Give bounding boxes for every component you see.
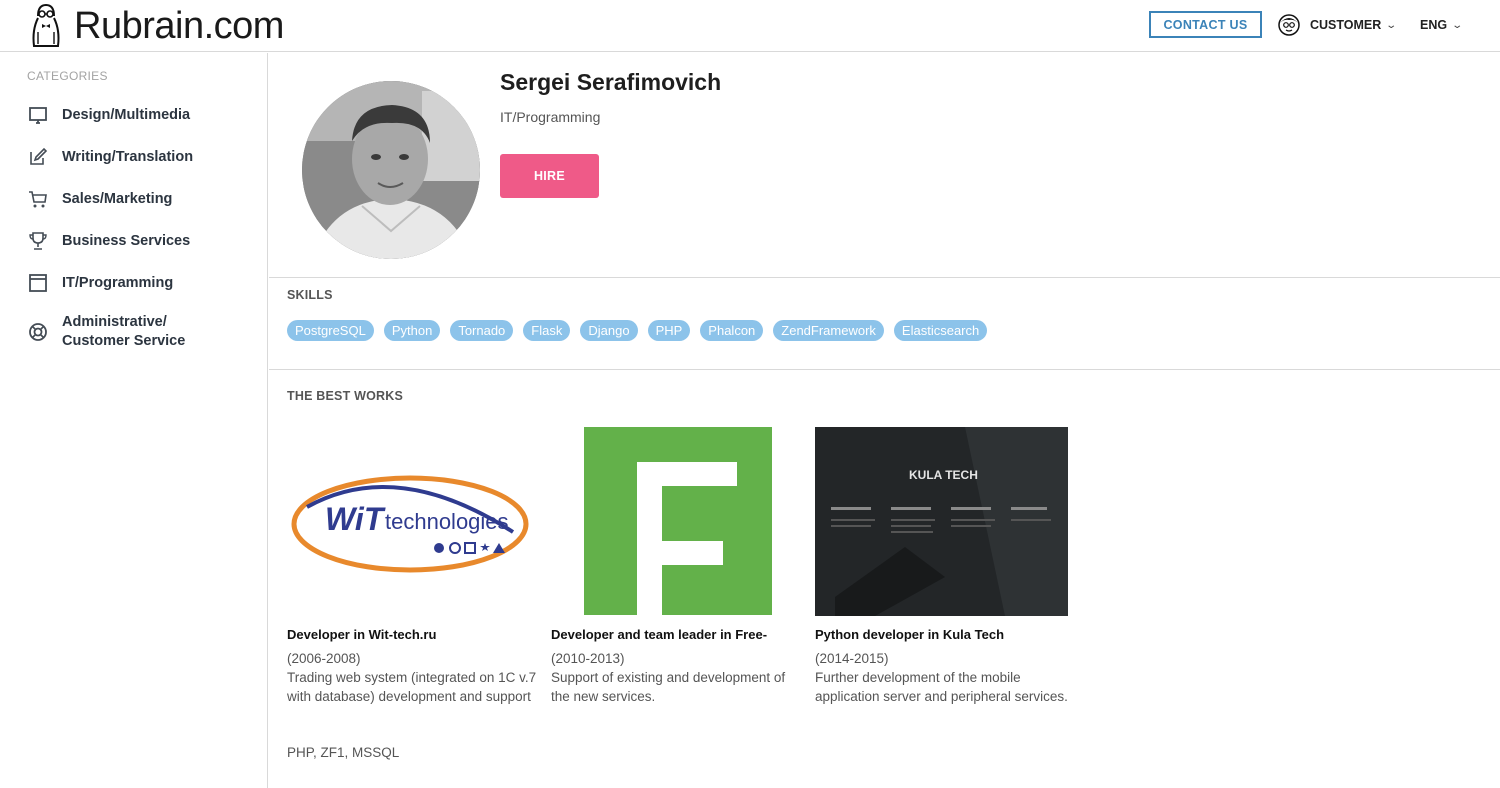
skills-list: PostgreSQL Python Tornado Flask Django P… [287, 320, 988, 341]
skill-tag[interactable]: Django [580, 320, 638, 341]
sidebar-item-writing[interactable]: Writing/Translation [27, 146, 193, 168]
work-image-free[interactable] [584, 427, 772, 615]
skill-tag[interactable]: Elasticsearch [893, 320, 988, 341]
sidebar-item-label: Sales/Marketing [62, 190, 173, 207]
work-desc-line: the new services. [551, 689, 656, 704]
sidebar-item-it[interactable]: IT/Programming [27, 272, 173, 294]
sidebar-item-label: Business Services [62, 232, 191, 249]
sidebar-item-label-line2: Customer Service [62, 333, 186, 349]
best-works-title: THE BEST WORKS [287, 389, 403, 403]
work-desc-line: Further development of the mobile [815, 670, 1021, 685]
work-years: (2014-2015) [815, 651, 889, 666]
divider [269, 277, 1500, 278]
work-image-wit[interactable]: WiT technologies [287, 427, 533, 615]
work-title[interactable]: Python developer in Kula Tech [815, 627, 1075, 642]
freelancer-role: IT/Programming [500, 109, 601, 125]
sidebar-item-design[interactable]: Design/Multimedia [27, 104, 190, 126]
sidebar-item-label: IT/Programming [62, 274, 174, 291]
sidebar-item-label: Writing/Translation [62, 148, 194, 165]
skill-tag[interactable]: Tornado [450, 320, 514, 341]
work-desc-line: with database) development and support [287, 689, 531, 704]
skill-tag[interactable]: Python [383, 320, 441, 341]
work-years: (2006-2008) [287, 651, 361, 666]
trophy-icon [27, 230, 49, 252]
skills-title: SKILLS [287, 288, 333, 302]
wit-logo-subtext: technologies [385, 509, 509, 534]
skill-tag[interactable]: PHP [647, 320, 691, 341]
freelancer-name: Sergei Serafimovich [500, 69, 722, 95]
contact-us-button[interactable]: CONTACT US [1149, 11, 1262, 38]
kula-logo-text: KULA TECH [909, 468, 978, 482]
work-desc-line: Trading web system (integrated on 1C v.7 [287, 670, 537, 685]
customer-menu[interactable]: CUSTOMER ⌄ [1278, 12, 1398, 38]
categories-title: CATEGORIES [27, 69, 108, 83]
work-image-kula[interactable]: KULA TECH [815, 427, 1068, 616]
chevron-down-icon: ⌄ [1451, 19, 1464, 31]
skill-tag[interactable]: Phalcon [700, 320, 764, 341]
chevron-down-icon: ⌄ [1385, 19, 1398, 31]
header: Rubrain.com CONTACT US CUSTOMER ⌄ ENG ⌄ [0, 0, 1500, 52]
sidebar-item-label: Design/Multimedia [62, 106, 191, 123]
sidebar-item-business[interactable]: Business Services [27, 230, 190, 252]
work-desc-line: Support of existing and development of [551, 670, 786, 685]
work-title[interactable]: Developer in Wit-tech.ru [287, 627, 537, 642]
sidebar-item-administrative[interactable]: Administrative/ Customer Service [27, 313, 185, 351]
wit-logo-text: WiT [325, 501, 386, 537]
mascot-logo-icon [32, 3, 60, 47]
site-logo[interactable]: Rubrain.com [28, 2, 284, 50]
divider [269, 369, 1500, 370]
customer-label: CUSTOMER [1310, 18, 1382, 32]
language-selector[interactable]: ENG ⌄ [1420, 12, 1464, 38]
language-label: ENG [1420, 18, 1448, 32]
work-years: (2010-2013) [551, 651, 625, 666]
skill-tag[interactable]: Flask [523, 320, 571, 341]
edit-icon [27, 146, 49, 168]
skill-tag[interactable]: PostgreSQL [287, 320, 374, 341]
profile-photo [302, 81, 480, 259]
work-technologies: PHP, ZF1, MSSQL [287, 745, 400, 760]
lifebuoy-icon [27, 321, 49, 343]
sidebar-item-sales[interactable]: Sales/Marketing [27, 188, 172, 210]
work-title[interactable]: Developer and team leader in Free- [551, 627, 791, 642]
site-name: Rubrain.com [74, 5, 284, 47]
categories-sidebar: CATEGORIES Design/Multimedia Writing/Tra… [0, 53, 268, 788]
customer-avatar-icon [1278, 14, 1300, 36]
window-icon [27, 272, 49, 294]
skill-tag[interactable]: ZendFramework [773, 320, 884, 341]
work-description: Support of existing and development of t… [551, 668, 801, 706]
work-desc-line: application server and peripheral servic… [815, 689, 1068, 704]
monitor-icon [27, 104, 49, 126]
work-description: Trading web system (integrated on 1C v.7… [287, 668, 537, 706]
sidebar-item-label-line1: Administrative/ [62, 314, 167, 330]
hire-button[interactable]: HIRE [500, 154, 599, 198]
work-description: Further development of the mobile applic… [815, 668, 1085, 706]
profile-main: Sergei Serafimovich IT/Programming HIRE … [269, 53, 1500, 788]
cart-icon [27, 188, 49, 210]
sidebar-item-label: Administrative/ Customer Service [62, 313, 185, 351]
